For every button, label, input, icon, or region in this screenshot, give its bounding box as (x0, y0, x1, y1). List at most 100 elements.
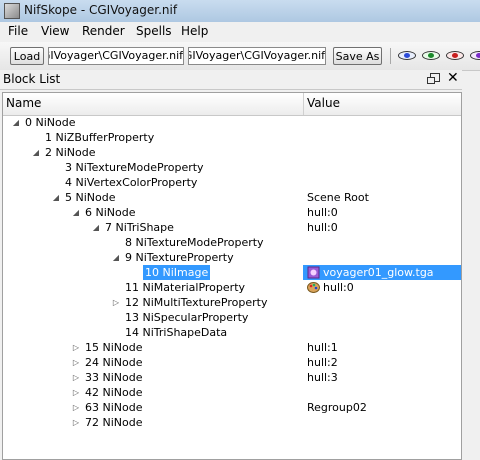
tree-row-value-cell[interactable]: Regroup02 (303, 400, 461, 415)
dock-title: Block List (3, 72, 61, 86)
column-divider[interactable] (303, 93, 304, 115)
expand-arrow-icon[interactable]: ◢ (71, 205, 81, 220)
collapse-arrow-icon[interactable]: ▷ (111, 295, 121, 310)
tree-row[interactable]: ▷ 42 NiNode (3, 385, 461, 400)
tree-row-name: 15 NiNode (85, 341, 143, 354)
tree-row-value-cell[interactable] (303, 130, 461, 145)
block-list-dock-header: Block List ✕ (0, 70, 462, 90)
tree-row-value-cell[interactable] (303, 250, 461, 265)
tree-row-value: hull:0 (307, 221, 338, 234)
expand-arrow-icon[interactable]: ◢ (11, 115, 21, 130)
tree-row-name: 72 NiNode (85, 416, 143, 429)
toolbar-separator (390, 48, 391, 64)
tree-row[interactable]: ▷ 24 NiNode hull:2 (3, 355, 461, 370)
collapse-arrow-icon[interactable]: ▷ (71, 355, 81, 370)
tree-row[interactable]: ▷ 63 NiNode Regroup02 (3, 400, 461, 415)
tree-row-value-cell[interactable] (303, 385, 461, 400)
tree-row-name: 10 NiImage (143, 265, 211, 280)
tree-row[interactable]: ◢ 9 NiTextureProperty (3, 250, 461, 265)
tree-row-name: 11 NiMaterialProperty (125, 281, 246, 294)
toolbar: Load CGIVoyager\CGIVoyager.nif CGIVoyage… (0, 42, 480, 71)
save-as-button[interactable]: Save As (333, 47, 382, 65)
eye-purple-icon[interactable] (470, 51, 480, 60)
tree-row-name: 1 NiZBufferProperty (45, 131, 155, 144)
expand-arrow-icon[interactable]: ◢ (31, 145, 41, 160)
tree-row-name: 33 NiNode (85, 371, 143, 384)
tree-row-value-cell[interactable] (303, 415, 461, 430)
texture-icon (307, 266, 320, 279)
tree-row-value-cell[interactable] (303, 145, 461, 160)
tree-row-name: 13 NiSpecularProperty (125, 311, 249, 324)
tree-row-name: 9 NiTextureProperty (125, 251, 234, 264)
tree-row[interactable]: 4 NiVertexColorProperty (3, 175, 461, 190)
collapse-arrow-icon[interactable]: ▷ (71, 385, 81, 400)
tree-row-value-cell[interactable] (303, 115, 461, 130)
column-value-header[interactable]: Value (307, 96, 340, 110)
tree-row-value-cell[interactable] (303, 235, 461, 250)
float-icon[interactable] (427, 73, 440, 84)
tree-row-name: 3 NiTextureModeProperty (65, 161, 204, 174)
menu-file[interactable]: File (8, 24, 28, 38)
tree-row[interactable]: ▷ 72 NiNode (3, 415, 461, 430)
collapse-arrow-icon[interactable]: ▷ (71, 415, 81, 430)
close-icon[interactable]: ✕ (447, 70, 459, 87)
nifskope-app-icon[interactable] (4, 3, 20, 19)
eye-blue-icon[interactable] (398, 51, 416, 60)
load-path-field[interactable]: CGIVoyager\CGIVoyager.nif (48, 47, 184, 65)
tree-row-value-cell[interactable] (303, 310, 461, 325)
tree-row-value-cell[interactable]: hull:0 (303, 205, 461, 220)
tree-row[interactable]: 14 NiTriShapeData (3, 325, 461, 340)
tree-row-value-cell[interactable]: hull:1 (303, 340, 461, 355)
menu-help[interactable]: Help (181, 24, 208, 38)
expand-arrow-icon[interactable]: ◢ (111, 250, 121, 265)
load-button[interactable]: Load (10, 47, 44, 65)
menu-render[interactable]: Render (82, 24, 125, 38)
tree-row-value-cell[interactable] (303, 325, 461, 340)
window-title: NifSkope - CGIVoyager.nif (24, 3, 178, 17)
save-path-field[interactable]: CGIVoyager\CGIVoyager.nif (188, 47, 326, 65)
collapse-arrow-icon[interactable]: ▷ (71, 400, 81, 415)
tree-row[interactable]: ◢ 0 NiNode (3, 115, 461, 130)
tree-row-value-cell[interactable]: voyager01_glow.tga (303, 265, 461, 280)
tree-row[interactable]: ◢ 2 NiNode (3, 145, 461, 160)
tree-row-name: 0 NiNode (25, 116, 76, 129)
tree-row[interactable]: 3 NiTextureModeProperty (3, 160, 461, 175)
tree-row-value: hull:1 (307, 341, 338, 354)
tree-row-value-cell[interactable]: hull:0 (303, 220, 461, 235)
tree-row[interactable]: ◢ 5 NiNode Scene Root (3, 190, 461, 205)
collapse-arrow-icon[interactable]: ▷ (71, 340, 81, 355)
collapse-arrow-icon[interactable]: ▷ (71, 370, 81, 385)
tree-row-value-cell[interactable]: hull:2 (303, 355, 461, 370)
block-list-tree[interactable]: Name Value ◢ 0 NiNode 1 NiZBufferProperty ◢… (2, 92, 462, 460)
tree-row-value-cell[interactable]: hull:3 (303, 370, 461, 385)
tree-row-name: 2 NiNode (45, 146, 96, 159)
tree-row-value-cell[interactable] (303, 175, 461, 190)
tree-row[interactable]: ◢ 6 NiNode hull:0 (3, 205, 461, 220)
tree-row[interactable]: ◢ 7 NiTriShape hull:0 (3, 220, 461, 235)
tree-row-name: 8 NiTextureModeProperty (125, 236, 264, 249)
tree-row[interactable]: 8 NiTextureModeProperty (3, 235, 461, 250)
tree-row-value: hull:0 (307, 206, 338, 219)
tree-row-name: 12 NiMultiTextureProperty (125, 296, 268, 309)
eye-green-icon[interactable] (422, 51, 440, 60)
tree-row-value-cell[interactable] (303, 295, 461, 310)
expand-arrow-icon[interactable]: ◢ (91, 220, 101, 235)
tree-row-value-cell[interactable]: hull:0 (303, 280, 461, 295)
tree-row-value: voyager01_glow.tga (323, 266, 434, 279)
tree-row[interactable]: 11 NiMaterialProperty hull:0 (3, 280, 461, 295)
tree-row[interactable]: 10 NiImage voyager01_glow.tga (3, 265, 461, 280)
tree-row[interactable]: ▷ 15 NiNode hull:1 (3, 340, 461, 355)
eye-red-icon[interactable] (446, 51, 464, 60)
expand-arrow-icon[interactable]: ◢ (51, 190, 61, 205)
tree-row[interactable]: ▷ 12 NiMultiTextureProperty (3, 295, 461, 310)
tree-row[interactable]: ▷ 33 NiNode hull:3 (3, 370, 461, 385)
title-bar: NifSkope - CGIVoyager.nif (0, 0, 480, 22)
tree-row-value: hull:0 (323, 281, 354, 294)
tree-row-value-cell[interactable] (303, 160, 461, 175)
column-name-header[interactable]: Name (6, 96, 41, 110)
menu-spells[interactable]: Spells (136, 24, 172, 38)
tree-row-value-cell[interactable]: Scene Root (303, 190, 461, 205)
tree-row[interactable]: 13 NiSpecularProperty (3, 310, 461, 325)
tree-row[interactable]: 1 NiZBufferProperty (3, 130, 461, 145)
menu-view[interactable]: View (41, 24, 69, 38)
